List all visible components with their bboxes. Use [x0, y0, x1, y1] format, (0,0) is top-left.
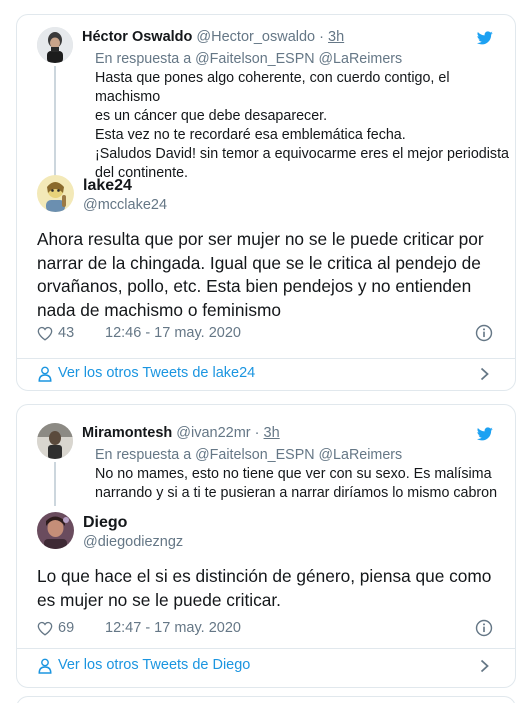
tweet-card[interactable] — [16, 696, 516, 703]
user-icon — [38, 658, 52, 674]
separator-dot: · — [319, 29, 324, 45]
reply-context: En respuesta a @Faitelson_ESPN @LaReimer… — [95, 50, 515, 69]
reply-prefix: En respuesta a — [95, 447, 192, 463]
tweet-feed: Héctor Oswaldo @Hector_oswaldo · 3h En r… — [0, 0, 531, 703]
like-count[interactable]: 43 — [58, 325, 74, 341]
info-icon[interactable] — [475, 619, 493, 637]
separator-dot: · — [254, 425, 260, 441]
reply-prefix: En respuesta a — [95, 51, 192, 67]
user-icon — [38, 366, 52, 382]
parent-tweet[interactable]: Héctor Oswaldo @Hector_oswaldo · 3h En r… — [37, 27, 509, 184]
heart-icon[interactable] — [37, 326, 53, 341]
parent-tweet-time[interactable]: 3h — [328, 29, 344, 45]
more-tweets-link[interactable]: Ver los otros Tweets de lake24 — [37, 364, 495, 386]
reply-context: En respuesta a @Faitelson_ESPN @LaReimer… — [95, 446, 515, 465]
parent-tweet-header: Héctor Oswaldo @Hector_oswaldo · 3h — [82, 29, 344, 45]
more-tweets-label[interactable]: Ver los otros Tweets de Diego — [58, 657, 250, 673]
heart-icon[interactable] — [37, 621, 53, 636]
author-name[interactable]: Diego — [83, 514, 127, 532]
parent-tweet-text: No no mames, esto no tiene que ver con s… — [95, 466, 498, 501]
parent-tweet-body: En respuesta a @Faitelson_ESPN @LaReimer… — [95, 50, 515, 183]
thread-line — [54, 66, 56, 184]
parent-author-handle[interactable]: @Hector_oswaldo — [196, 29, 315, 45]
avatar[interactable] — [37, 27, 73, 63]
parent-tweet-body: En respuesta a @Faitelson_ESPN @LaReimer… — [95, 446, 515, 503]
more-tweets-label[interactable]: Ver los otros Tweets de lake24 — [58, 365, 255, 381]
more-tweets-link[interactable]: Ver los otros Tweets de Diego — [37, 656, 495, 678]
chevron-right-icon[interactable] — [480, 367, 489, 381]
parent-tweet-time[interactable]: 3h — [264, 425, 280, 441]
parent-author-name[interactable]: Miramontesh — [82, 425, 172, 441]
reply-mentions[interactable]: @Faitelson_ESPN @LaReimers — [195, 447, 402, 463]
author-handle[interactable]: @diegodiezngz — [83, 534, 183, 550]
author-name[interactable]: lake24 — [83, 177, 132, 195]
avatar[interactable] — [37, 175, 74, 212]
avatar[interactable] — [37, 512, 74, 549]
tweet-text: Lo que hace el si es distinción de géner… — [37, 566, 492, 610]
like-count[interactable]: 69 — [58, 620, 74, 636]
tweet-card[interactable]: Héctor Oswaldo @Hector_oswaldo · 3h En r… — [16, 14, 516, 391]
tweet-meta: 69 12:47 - 17 may. 2020 — [37, 619, 495, 639]
parent-tweet-text: Hasta que pones algo coherente, con cuer… — [95, 70, 510, 181]
tweet-text: Ahora resulta que por ser mujer no se le… — [37, 229, 484, 320]
divider — [17, 358, 515, 359]
info-icon[interactable] — [475, 324, 493, 342]
thread-line — [54, 462, 56, 506]
chevron-right-icon[interactable] — [480, 659, 489, 673]
parent-tweet[interactable]: Miramontesh @ivan22mr · 3h En respuesta … — [37, 423, 497, 507]
parent-tweet-header: Miramontesh @ivan22mr · 3h — [82, 425, 280, 441]
divider — [17, 648, 515, 649]
author-handle[interactable]: @mcclake24 — [83, 197, 167, 213]
tweet-timestamp[interactable]: 12:46 - 17 may. 2020 — [105, 325, 241, 341]
tweet-timestamp[interactable]: 12:47 - 17 may. 2020 — [105, 620, 241, 636]
avatar[interactable] — [37, 423, 73, 459]
parent-author-handle[interactable]: @ivan22mr — [176, 425, 250, 441]
tweet-meta: 43 12:46 - 17 may. 2020 — [37, 324, 495, 344]
tweet-card[interactable]: Miramontesh @ivan22mr · 3h En respuesta … — [16, 404, 516, 688]
parent-author-name[interactable]: Héctor Oswaldo — [82, 29, 192, 45]
reply-mentions[interactable]: @Faitelson_ESPN @LaReimers — [195, 51, 402, 67]
